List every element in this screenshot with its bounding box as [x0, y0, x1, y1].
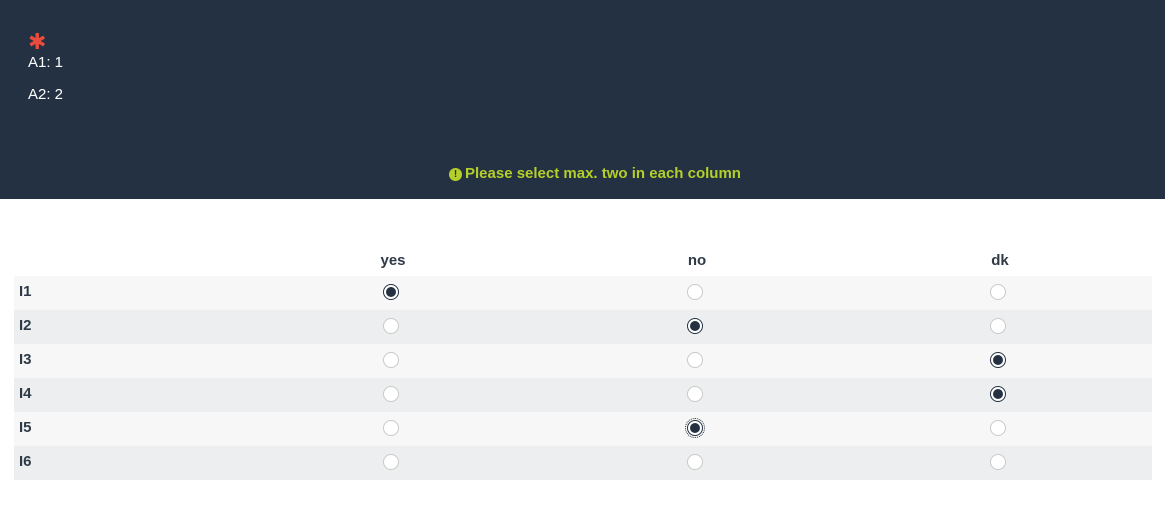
row-label: I2	[19, 317, 32, 334]
grid-row-i6: I6	[14, 446, 1152, 480]
grid-row-i2: I2	[14, 310, 1152, 344]
radio-i1-dk[interactable]	[990, 284, 1006, 300]
radio-i1-no[interactable]	[687, 284, 703, 300]
required-marker: ✱	[28, 29, 47, 54]
grid-row-i3: I3	[14, 344, 1152, 378]
grid-row-i4: I4	[14, 378, 1152, 412]
radio-i6-dk[interactable]	[990, 454, 1006, 470]
row-label: I4	[19, 385, 32, 402]
answer-option-a2: A2: 2	[28, 86, 64, 103]
radio-i6-no[interactable]	[687, 454, 703, 470]
row-label: I1	[19, 283, 32, 300]
validation-message: ! Please select max. two in each column	[449, 165, 741, 183]
radio-i5-no[interactable]	[685, 418, 705, 438]
radio-i4-dk[interactable]	[990, 386, 1006, 402]
radio-i3-dk[interactable]	[990, 352, 1006, 368]
exclamation-circle-icon: !	[449, 167, 462, 181]
answer-grid: yes no dk I1 I2 I3 I4 I5 I6	[14, 246, 1152, 480]
radio-i5-dk[interactable]	[990, 420, 1006, 436]
grid-header: yes no dk	[14, 246, 1152, 276]
row-label: I6	[19, 453, 32, 470]
radio-i2-no[interactable]	[687, 318, 703, 334]
question-header: ✱ A1: 1 A2: 2 ! Please select max. two i…	[0, 0, 1165, 199]
column-header-dk: dk	[991, 252, 1009, 269]
radio-i1-yes[interactable]	[383, 284, 399, 300]
radio-i6-yes[interactable]	[383, 454, 399, 470]
radio-i3-yes[interactable]	[383, 352, 399, 368]
grid-row-i5: I5	[14, 412, 1152, 446]
validation-text: Please select max. two in each column	[465, 165, 741, 182]
radio-i2-yes[interactable]	[383, 318, 399, 334]
radio-i4-no[interactable]	[687, 386, 703, 402]
row-label: I3	[19, 351, 32, 368]
answer-option-a1: A1: 1	[28, 54, 64, 71]
row-label: I5	[19, 419, 32, 436]
column-header-yes: yes	[380, 252, 406, 269]
radio-i3-no[interactable]	[687, 352, 703, 368]
radio-i4-yes[interactable]	[383, 386, 399, 402]
grid-row-i1: I1	[14, 276, 1152, 310]
radio-i2-dk[interactable]	[990, 318, 1006, 334]
column-header-no: no	[687, 252, 707, 269]
radio-i5-yes[interactable]	[383, 420, 399, 436]
